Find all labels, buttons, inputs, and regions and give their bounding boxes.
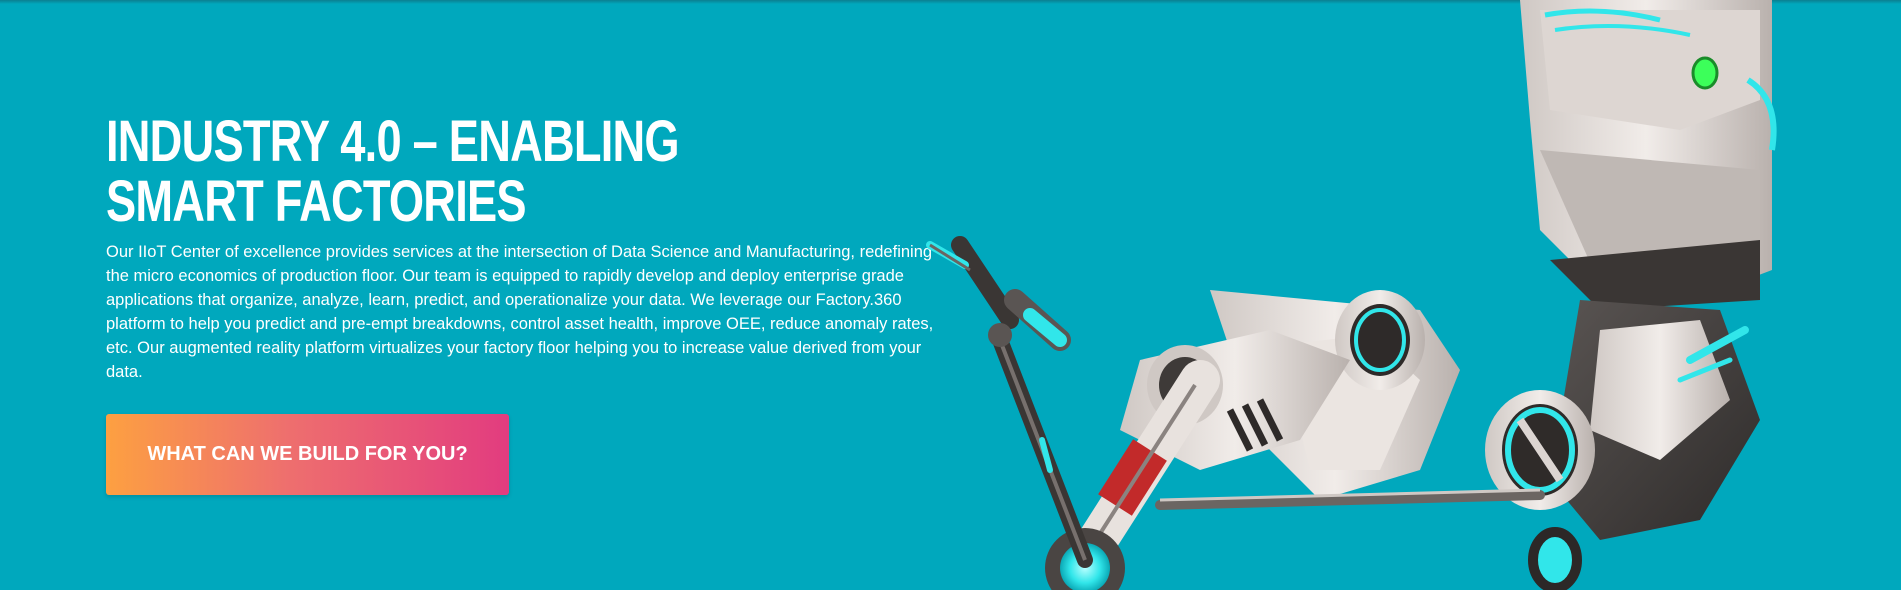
- hero-description: Our IIoT Center of excellence provides s…: [106, 243, 934, 381]
- cta-button[interactable]: WHAT CAN WE BUILD FOR YOU?: [106, 414, 509, 495]
- robot-arm-illustration: [926, 0, 1777, 590]
- hero-title: INDUSTRY 4.0 – ENABLING SMART FACTORIES: [106, 109, 680, 234]
- hero-section: INDUSTRY 4.0 – ENABLING SMART FACTORIES …: [106, 112, 936, 384]
